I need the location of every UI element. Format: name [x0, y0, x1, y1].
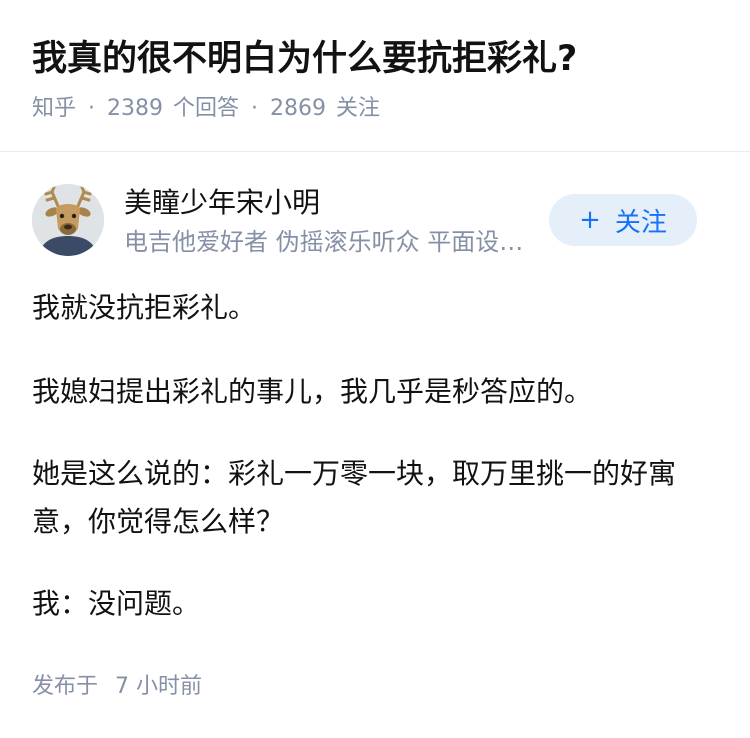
- publish-time-value: 7 小时前: [115, 674, 203, 699]
- answer-page: 我真的很不明白为什么要抗拒彩礼? 知乎 · 2389 个回答 · 2869 关注: [0, 0, 750, 738]
- publish-prefix: 发布于: [32, 674, 99, 699]
- meta-separator: ·: [251, 96, 259, 121]
- question-title[interactable]: 我真的很不明白为什么要抗拒彩礼?: [32, 36, 577, 82]
- answers-count: 2389: [107, 96, 164, 121]
- answer-paragraph: 我就没抗拒彩礼。: [32, 291, 257, 324]
- source-label[interactable]: 知乎: [32, 94, 76, 124]
- question-header: 我真的很不明白为什么要抗拒彩礼? 知乎 · 2389 个回答 · 2869 关注: [0, 0, 750, 152]
- follow-button[interactable]: + 关注: [549, 194, 697, 246]
- followers-label: 关注: [336, 96, 381, 121]
- followers-count: 2869: [270, 96, 327, 121]
- deer-mask-avatar-icon: [32, 184, 104, 256]
- plus-icon: +: [579, 205, 601, 235]
- answers-label[interactable]: 个回答: [173, 94, 239, 124]
- author-name[interactable]: 美瞳少年宋小明: [124, 185, 320, 221]
- answer-paragraph: 我媳妇提出彩礼的事儿，我几乎是秒答应的。: [32, 375, 593, 408]
- answer-paragraph: 她是这么说的：彩礼一万零一块，取万里挑一的好寓意，你觉得怎么样？: [32, 457, 677, 538]
- author-bio: 电吉他爱好者 伪摇滚乐听众 平面设计师: [124, 228, 524, 256]
- question-meta: 知乎 · 2389 个回答 · 2869 关注: [32, 94, 380, 124]
- answer-paragraph: 我：没问题。: [32, 587, 201, 620]
- answer-content: 我就没抗拒彩礼。 我媳妇提出彩礼的事儿，我几乎是秒答应的。 她是这么说的：彩礼一…: [32, 284, 722, 662]
- follow-button-label: 关注: [614, 207, 667, 238]
- publish-time: 发布于 7 小时前: [32, 672, 202, 702]
- meta-separator: ·: [88, 96, 96, 121]
- author-row: 美瞳少年宋小明 电吉他爱好者 伪摇滚乐听众 平面设计师 + 关注: [0, 152, 750, 272]
- avatar[interactable]: [32, 184, 104, 256]
